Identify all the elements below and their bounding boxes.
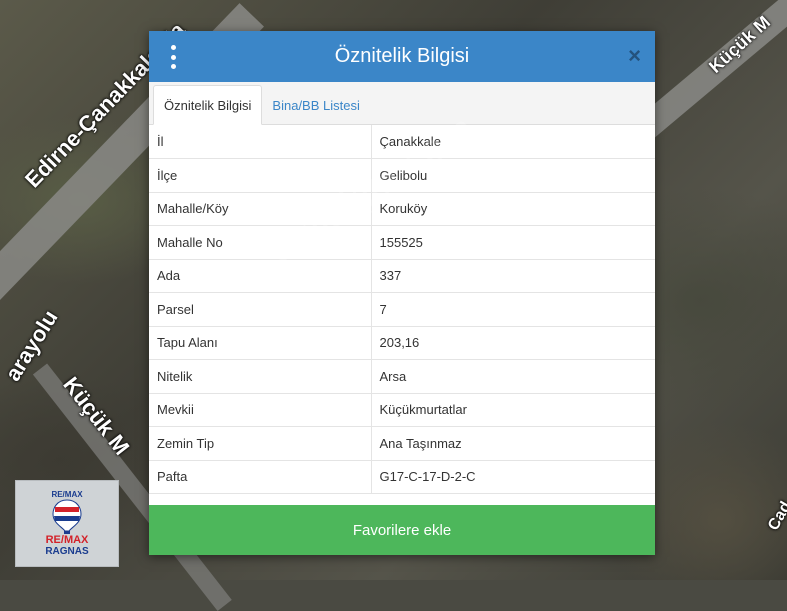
attribute-table: İl Çanakkale İlçe Gelibolu Mahalle/Köy K… (149, 125, 655, 494)
tab-attribute-info[interactable]: Öznitelik Bilgisi (153, 85, 263, 125)
table-row: Mahalle No 155525 (149, 225, 655, 260)
attr-value: Arsa (371, 359, 655, 394)
attr-value: Küçükmurtatlar (371, 393, 655, 427)
attribute-info-modal: Öznitelik Bilgisi × Öznitelik Bilgisi Bi… (149, 31, 655, 555)
attr-key: Mahalle/Köy (149, 192, 372, 226)
attr-key: Mevkii (149, 393, 372, 427)
close-button[interactable]: × (628, 43, 641, 69)
attr-key: İlçe (149, 158, 372, 193)
table-row: Tapu Alanı 203,16 (149, 326, 655, 360)
attr-key: İl (149, 125, 372, 159)
remax-logo: RE/MAX RE/MAX RAGNAS (15, 480, 119, 567)
attr-value: 203,16 (371, 326, 655, 360)
attr-key: Mahalle No (149, 225, 372, 260)
menu-dot-icon (170, 54, 176, 60)
attr-key: Parsel (149, 292, 372, 327)
attr-value: Gelibolu (371, 158, 655, 193)
table-row: İl Çanakkale (149, 125, 655, 159)
add-to-favorites-button[interactable]: Favorilere ekle (149, 505, 655, 555)
table-row: İlçe Gelibolu (149, 158, 655, 193)
attr-value: G17-C-17-D-2-C (371, 460, 655, 494)
table-row: Zemin Tip Ana Taşınmaz (149, 426, 655, 461)
table-row: Ada 337 (149, 259, 655, 293)
tab-building-list[interactable]: Bina/BB Listesi (262, 86, 369, 124)
attr-value: Koruköy (371, 192, 655, 226)
attr-key: Nitelik (149, 359, 372, 394)
table-row: Mevkii Küçükmurtatlar (149, 393, 655, 427)
menu-dot-icon (170, 64, 176, 69)
table-row: Pafta G17-C-17-D-2-C (149, 460, 655, 494)
attr-key: Pafta (149, 460, 372, 494)
table-row: Parsel 7 (149, 292, 655, 327)
logo-office: RAGNAS (45, 546, 89, 557)
attr-key: Zemin Tip (149, 426, 372, 461)
attr-value: Çanakkale (371, 125, 655, 159)
menu-button[interactable] (167, 45, 179, 69)
tab-bar: Öznitelik Bilgisi Bina/BB Listesi (149, 82, 655, 125)
logo-brand-top: RE/MAX (51, 490, 83, 499)
attr-value: 155525 (371, 225, 655, 260)
table-row: Mahalle/Köy Koruköy (149, 192, 655, 226)
attr-value: 7 (371, 292, 655, 327)
attr-key: Ada (149, 259, 372, 293)
modal-title: Öznitelik Bilgisi (334, 45, 470, 67)
attr-key: Tapu Alanı (149, 326, 372, 360)
attr-value: 337 (371, 259, 655, 293)
table-row: Nitelik Arsa (149, 359, 655, 394)
balloon-icon (52, 499, 82, 534)
attr-value: Ana Taşınmaz (371, 426, 655, 461)
menu-dot-icon (170, 45, 176, 50)
modal-header: Öznitelik Bilgisi × (149, 31, 655, 82)
logo-brand: RE/MAX (45, 534, 89, 546)
